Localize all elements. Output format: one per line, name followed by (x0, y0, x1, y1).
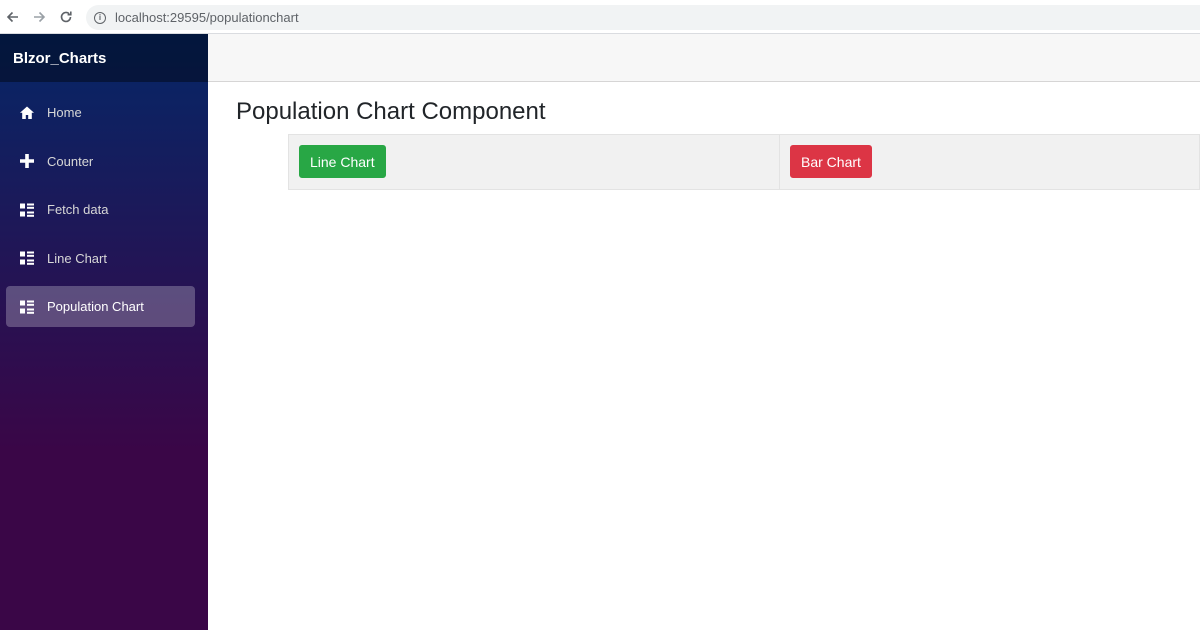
sidebar-item-label: Line Chart (47, 250, 107, 266)
sidebar-item-label: Population Chart (47, 299, 144, 314)
sidebar-item-label: Fetch data (47, 202, 109, 217)
line-chart-button[interactable]: Line Chart (299, 145, 386, 178)
back-button[interactable] (2, 6, 24, 28)
sidebar-header: Blzor_Charts (0, 34, 208, 82)
forward-button[interactable] (28, 6, 50, 28)
reload-button[interactable] (55, 6, 77, 28)
main-content: Population Chart Component Line Chart Ba… (208, 34, 1200, 630)
arrow-right-icon (34, 11, 46, 23)
page-title: Population Chart Component (236, 98, 546, 125)
sidebar-item-counter[interactable]: Counter (6, 141, 195, 182)
browser-toolbar: i localhost:29595/populationchart (0, 0, 1200, 34)
info-icon[interactable]: i (94, 11, 106, 24)
sidebar-item-home[interactable]: Home (6, 92, 195, 133)
sidebar-item-fetch-data[interactable]: Fetch data (6, 189, 195, 230)
sidebar-item-population-chart[interactable]: Population Chart (6, 286, 195, 327)
sidebar-item-label: Home (47, 105, 82, 120)
top-row (208, 34, 1200, 82)
arrow-left-icon (6, 11, 18, 23)
list-rich-icon (19, 202, 35, 218)
sidebar-item-line-chart[interactable]: Line Chart (6, 238, 195, 279)
brand-link[interactable]: Blzor_Charts (13, 50, 106, 67)
bar-chart-button[interactable]: Bar Chart (790, 145, 872, 178)
url-text: localhost:29595/populationchart (115, 10, 299, 25)
list-rich-icon (19, 299, 35, 315)
address-bar[interactable]: i localhost:29595/populationchart (86, 5, 1200, 30)
sidebar-item-label: Counter (47, 153, 94, 169)
bar-chart-cell: Bar Chart (780, 135, 1199, 189)
line-chart-cell: Line Chart (289, 135, 780, 189)
chart-button-row: Line Chart Bar Chart (288, 134, 1200, 190)
nav-menu: Home Counter Fetch data Line Chart Popul… (0, 82, 208, 327)
plus-icon (19, 153, 35, 169)
list-rich-icon (19, 250, 35, 266)
reload-icon (60, 11, 72, 23)
sidebar: Blzor_Charts Home Counter Fetch data Lin… (0, 34, 208, 630)
home-icon (19, 105, 35, 121)
